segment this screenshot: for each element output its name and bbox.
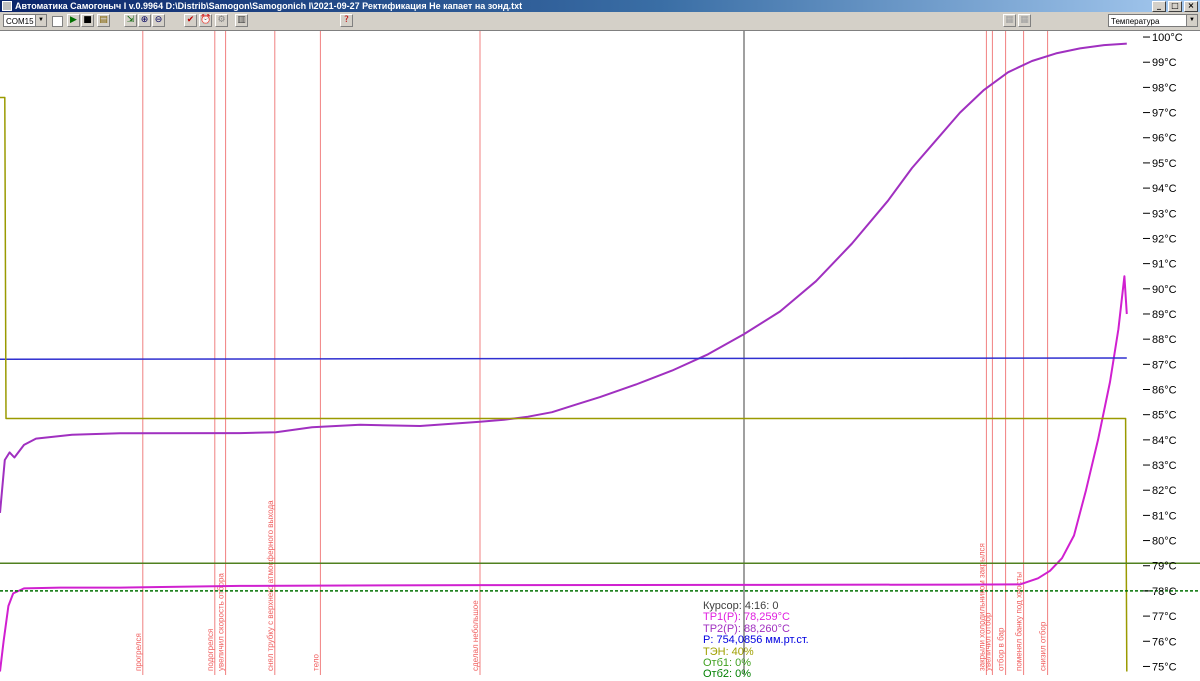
marker-label: подогрелся bbox=[206, 629, 215, 671]
checkmark-icon: ✔ bbox=[186, 15, 195, 25]
toolbar: COM15 ▼ ▶ ■ ▤ ⇲ ⊕ ⊖ ✔ ⏰ ⚙ ▥? ▦ ▦ Температура ▼ bbox=[0, 12, 1200, 31]
zoom-in-button[interactable]: ⊕ bbox=[138, 14, 151, 27]
y-tick-label: 75°C bbox=[1152, 661, 1177, 673]
y-tick-label: 100°C bbox=[1152, 32, 1183, 44]
y-tick-label: 81°C bbox=[1152, 510, 1177, 522]
y-tick-label: 98°C bbox=[1152, 82, 1177, 94]
columns-button[interactable]: ▥ bbox=[235, 14, 248, 27]
app-icon bbox=[2, 1, 12, 11]
zoom-out-icon: ⊖ bbox=[154, 15, 163, 25]
stop-icon: ■ bbox=[83, 15, 92, 25]
maximize-button[interactable]: □ bbox=[1168, 1, 1182, 12]
pressure-value: P: 754,0856 мм.рт.ст. bbox=[703, 634, 809, 647]
columns-icon: ▥ bbox=[237, 15, 246, 25]
y-tick-label: 91°C bbox=[1152, 259, 1177, 271]
minimize-button[interactable]: _ bbox=[1152, 1, 1166, 12]
port-select[interactable]: COM15 ▼ bbox=[3, 14, 47, 27]
y-tick-label: 79°C bbox=[1152, 561, 1177, 573]
zoom-in-icon: ⊕ bbox=[140, 15, 149, 25]
file-icon: ▤ bbox=[99, 15, 108, 25]
series-line bbox=[0, 357, 1127, 361]
alarm-clock-icon: ⏰ bbox=[200, 15, 212, 25]
settings-button[interactable]: ⚙ bbox=[215, 14, 228, 27]
otb2-value: Отб2: 0% bbox=[703, 668, 752, 681]
series-line bbox=[0, 275, 1128, 672]
y-tick-label: 82°C bbox=[1152, 485, 1177, 497]
y-tick-label: 92°C bbox=[1152, 233, 1177, 245]
play-icon: ▶ bbox=[70, 15, 77, 25]
y-tick-label: 89°C bbox=[1152, 309, 1177, 321]
y-tick-label: 83°C bbox=[1152, 460, 1177, 472]
y-tick-label: 80°C bbox=[1152, 536, 1177, 548]
y-tick-label: 76°C bbox=[1152, 636, 1177, 648]
y-tick-label: 77°C bbox=[1152, 611, 1177, 623]
chevron-down-icon[interactable]: ▼ bbox=[35, 15, 46, 26]
view-mode-value: Температура bbox=[1111, 17, 1160, 26]
fit-icon: ⇲ bbox=[126, 15, 135, 25]
marker-label: сделал небольшое bbox=[471, 600, 480, 671]
gear-icon: ⚙ bbox=[217, 15, 226, 25]
y-tick-label: 84°C bbox=[1152, 435, 1177, 447]
y-tick-label: 90°C bbox=[1152, 284, 1177, 296]
y-tick-label: 93°C bbox=[1152, 208, 1177, 220]
connect-checkbox[interactable] bbox=[52, 16, 63, 27]
y-tick-label: 78°C bbox=[1152, 586, 1177, 598]
port-value: COM15 bbox=[6, 17, 34, 26]
help-button[interactable]: ? bbox=[340, 14, 353, 27]
y-tick-label: 99°C bbox=[1152, 57, 1177, 69]
extra-button-2[interactable]: ▦ bbox=[1018, 14, 1031, 27]
marker-label: тело bbox=[311, 653, 320, 671]
disabled-icon: ▦ bbox=[1005, 15, 1014, 25]
zoom-out-button[interactable]: ⊖ bbox=[152, 14, 165, 27]
title-bar: Автоматика Самогоныч I v.0.9964 D:\Distr… bbox=[0, 0, 1200, 12]
y-tick-label: 96°C bbox=[1152, 133, 1177, 145]
window-title: Автоматика Самогоныч I v.0.9964 D:\Distr… bbox=[15, 1, 523, 11]
alarm-button[interactable]: ⏰ bbox=[199, 14, 212, 27]
help-icon: ? bbox=[344, 15, 349, 25]
open-file-button[interactable]: ▤ bbox=[97, 14, 110, 27]
y-tick-label: 94°C bbox=[1152, 183, 1177, 195]
marker-label: увеличил отбор bbox=[983, 612, 992, 671]
series-line bbox=[0, 42, 1127, 513]
marker-label: снизил отбор bbox=[1039, 621, 1048, 671]
view-mode-select[interactable]: Температура ▼ bbox=[1108, 14, 1198, 27]
play-button[interactable]: ▶ bbox=[67, 14, 80, 27]
marker-label: прогрелся bbox=[134, 633, 143, 671]
y-tick-label: 86°C bbox=[1152, 385, 1177, 397]
marker-lines: прогрелся подогрелся увеличил скорость отб… bbox=[134, 31, 1049, 675]
close-button[interactable]: × bbox=[1184, 1, 1198, 12]
marker-label: увеличил скорость отбора bbox=[217, 573, 226, 671]
marker-label: отбор в бар bbox=[997, 627, 1006, 671]
window-controls: _ □ × bbox=[1152, 1, 1198, 12]
y-tick-label: 85°C bbox=[1152, 410, 1177, 422]
chevron-down-icon[interactable]: ▼ bbox=[1186, 15, 1197, 26]
disabled-icon: ▦ bbox=[1020, 15, 1029, 25]
y-tick-label: 97°C bbox=[1152, 108, 1177, 120]
y-axis-ticks: 100°C 99°C 98°C 97°C 96°C 95°C 94°C 93°C 92°C 91°… bbox=[1143, 32, 1183, 673]
extra-button-1[interactable]: ▦ bbox=[1003, 14, 1016, 27]
stop-button[interactable]: ■ bbox=[81, 14, 94, 27]
cursor-readout: Курсор: 4:16: 0 ТР1(Р): 78,259°C ТР2(Р):… bbox=[703, 600, 809, 681]
y-tick-label: 95°C bbox=[1152, 158, 1177, 170]
y-tick-label: 88°C bbox=[1152, 334, 1177, 346]
fit-view-button[interactable]: ⇲ bbox=[124, 14, 137, 27]
marker-label: поменял банку под хвосты bbox=[1015, 572, 1024, 671]
y-tick-label: 87°C bbox=[1152, 359, 1177, 371]
temperature-chart[interactable]: прогрелся подогрелся увеличил скорость отб… bbox=[0, 31, 1200, 675]
mark-button[interactable]: ✔ bbox=[184, 14, 197, 27]
